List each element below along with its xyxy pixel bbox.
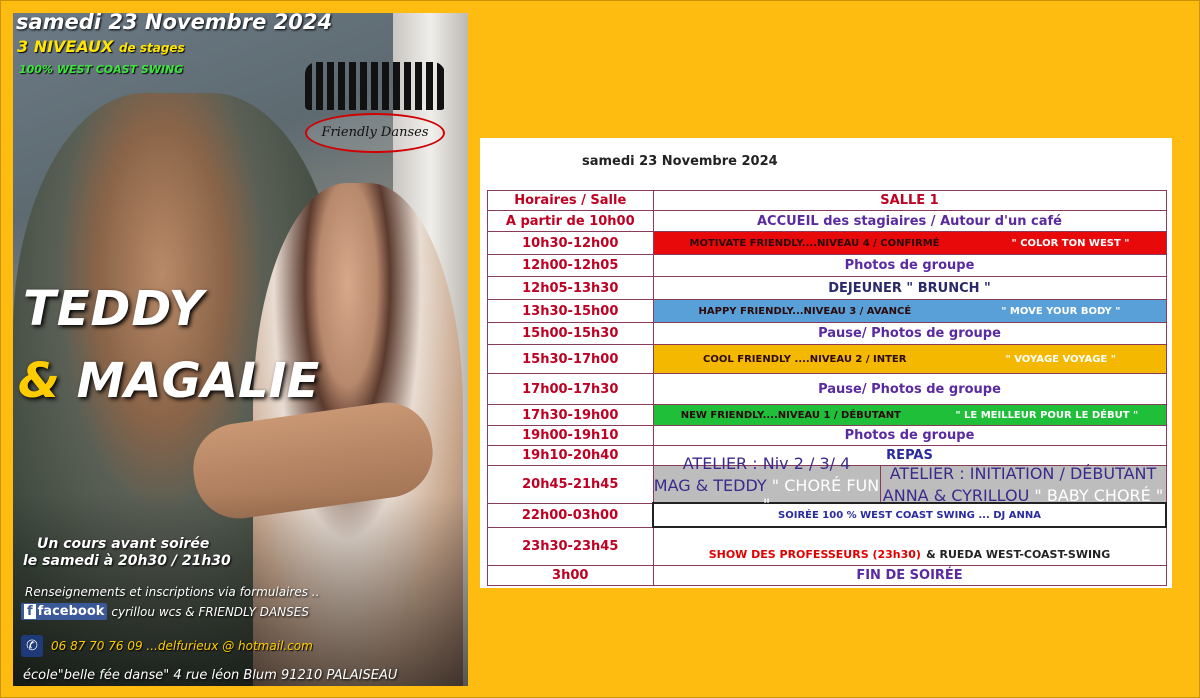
phone-icon: ✆ [21, 635, 43, 657]
row-activity: Pause/ Photos de groupe [652, 322, 1167, 345]
row-time: 12h00-12h05 [487, 254, 654, 277]
row-activity: DEJEUNER " BRUNCH " [652, 276, 1167, 300]
table-row: 15h00-15h30 Pause/ Photos de groupe [487, 322, 1167, 345]
row-activity: ATELIER : Niv 2 / 3/ 4 MAG & TEDDY " CHO… [652, 454, 1167, 514]
poster-registration: Renseignements et inscriptions via formu… [25, 585, 320, 599]
poster-name-teddy: TEDDY [23, 281, 205, 337]
row-activity: HAPPY FRIENDLY...NIVEAU 3 / AVANCÉ " MOVE… [652, 299, 1167, 323]
poster-levels: 3 NIVEAUX de stages [17, 37, 185, 56]
event-poster: samedi 23 Novembre 2024 3 NIVEAUX de sta… [13, 13, 468, 686]
table-row: A partir de 10h00 ACCUEIL des stagiaires… [487, 210, 1167, 232]
schedule-date: samedi 23 Novembre 2024 [582, 154, 778, 169]
row-activity: NEW FRIENDLY....NIVEAU 1 / DÉBUTANT " LE … [652, 404, 1167, 426]
row-time: 23h30-23h45 [487, 526, 654, 566]
row-time: 12h05-13h30 [487, 276, 654, 300]
header-room: SALLE 1 [652, 190, 1167, 211]
row-activity: Photos de groupe [652, 254, 1167, 277]
friendly-danses-logo: Friendly Danses [301, 58, 451, 156]
table-row: 17h00-17h30 Pause/ Photos de groupe [487, 373, 1167, 405]
poster-contact-text: 06 87 70 76 09 ...delfurieux @ hotmail.c… [51, 639, 313, 653]
row-activity: SHOW DES PROFESSEURS (23h30) & RUEDA WES… [652, 526, 1167, 566]
row-time: 15h30-17h00 [487, 344, 654, 374]
poster-contact: ✆ 06 87 70 76 09 ...delfurieux @ hotmail… [21, 635, 313, 657]
row-time: 17h30-19h00 [487, 404, 654, 426]
schedule-table: Horaires / Salle SALLE 1 A partir de 10h… [487, 190, 1167, 586]
table-row: 10h30-12h00 MOTIVATE FRIENDLY....NIVEAU … [487, 231, 1167, 255]
table-row: 23h30-23h45 SHOW DES PROFESSEURS (23h30)… [487, 526, 1167, 566]
table-row: 13h30-15h00 HAPPY FRIENDLY...NIVEAU 3 / … [487, 299, 1167, 323]
table-row: 15h30-17h00 COOL FRIENDLY ....NIVEAU 2 /… [487, 344, 1167, 374]
poster-date: samedi 23 Novembre 2024 [16, 13, 333, 34]
table-row: 12h00-12h05 Photos de groupe [487, 254, 1167, 277]
row-time: 10h30-12h00 [487, 231, 654, 255]
facebook-icon: f facebook [21, 603, 108, 620]
row-activity: Pause/ Photos de groupe [652, 373, 1167, 405]
row-activity: MOTIVATE FRIENDLY....NIVEAU 4 / CONFIRMÉ… [652, 231, 1167, 255]
logo-dancers-icon [305, 62, 445, 110]
poster-address: école"belle fée danse" 4 rue léon Blum 9… [23, 668, 398, 683]
row-activity: COOL FRIENDLY ....NIVEAU 2 / INTER " VOYA… [652, 344, 1167, 374]
poster-levels-big: 3 NIVEAUX [17, 37, 114, 56]
atelier-right: ATELIER : INITIATION / DÉBUTANT ANNA & C… [880, 464, 1166, 505]
row-activity: FIN DE SOIRÉE [652, 564, 1167, 586]
poster-style: 100% WEST COAST SWING [19, 63, 184, 76]
poster-course-line2: le samedi à 20h30 / 21h30 [23, 553, 231, 569]
table-header-row: Horaires / Salle SALLE 1 [487, 190, 1167, 211]
poster-ampersand: & [18, 353, 60, 409]
table-row: 17h30-19h00 NEW FRIENDLY....NIVEAU 1 / D… [487, 404, 1167, 426]
poster-course-info: Un cours avant soirée le samedi à 20h30 … [23, 536, 231, 570]
row-time: 19h00-19h10 [487, 425, 654, 446]
poster-name-magalie-text: MAGALIE [76, 353, 320, 409]
poster-facebook-text: cyrillou wcs & FRIENDLY DANSES [111, 604, 309, 619]
row-time: A partir de 10h00 [487, 210, 654, 232]
row-time: 3h00 [487, 564, 654, 586]
poster-facebook: f facebook cyrillou wcs & FRIENDLY DANSES [21, 603, 309, 620]
poster-levels-small: de stages [118, 41, 185, 55]
table-row: 19h00-19h10 Photos de groupe [487, 425, 1167, 446]
row-time: 13h30-15h00 [487, 299, 654, 323]
poster-name-magalie: & MAGALIE [18, 353, 319, 409]
row-activity: Photos de groupe [652, 425, 1167, 446]
row-time: 19h10-20h40 [487, 445, 654, 466]
header-time: Horaires / Salle [487, 190, 654, 211]
table-row: 12h05-13h30 DEJEUNER " BRUNCH " [487, 276, 1167, 300]
row-time: 22h00-03h00 [487, 502, 654, 528]
atelier-left: ATELIER : Niv 2 / 3/ 4 MAG & TEDDY " CHO… [653, 454, 881, 514]
table-row: 3h00 FIN DE SOIRÉE [487, 564, 1167, 586]
schedule-card: samedi 23 Novembre 2024 Horaires / Salle… [480, 138, 1172, 588]
row-time: 17h00-17h30 [487, 373, 654, 405]
table-row: 20h45-21h45 ATELIER : Niv 2 / 3/ 4 MAG &… [487, 454, 1167, 514]
logo-text: Friendly Danses [305, 113, 445, 153]
row-activity: ACCUEIL des stagiaires / Autour d'un caf… [652, 210, 1167, 232]
row-time: 15h00-15h30 [487, 322, 654, 345]
row-time: 20h45-21h45 [487, 465, 654, 504]
poster-course-line1: Un cours avant soirée [37, 536, 210, 552]
